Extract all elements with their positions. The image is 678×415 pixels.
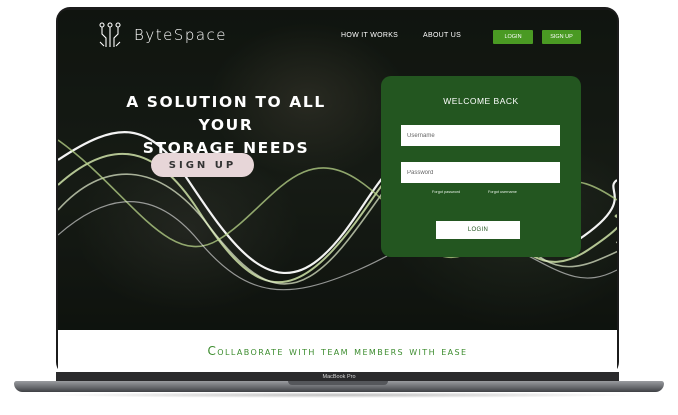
laptop-shadow — [40, 392, 640, 398]
password-input[interactable] — [401, 162, 560, 183]
brand-name: ByteSpace — [134, 26, 228, 44]
login-card: WELCOME BACK Forgot password Forgot user… — [381, 76, 581, 257]
laptop-screen: ByteSpace HOW IT WORKS ABOUT US LOGIN SI… — [58, 10, 617, 372]
nav-how-it-works[interactable]: HOW IT WORKS — [341, 32, 398, 39]
circuit-icon — [99, 22, 121, 47]
hero-headline: A SOLUTION TO ALL YOUR STORAGE NEEDS — [96, 91, 356, 160]
brand-logo[interactable]: ByteSpace — [98, 22, 227, 48]
username-input[interactable] — [401, 125, 560, 146]
nav-signup-button[interactable]: SIGN UP — [542, 30, 581, 44]
tagline-text: Collaborate with team members with ease — [207, 344, 468, 358]
nav-login-button[interactable]: LOGIN — [493, 30, 533, 44]
card-login-button[interactable]: LOGIN — [436, 221, 520, 239]
headline-line-1: A SOLUTION TO ALL YOUR — [126, 93, 326, 134]
forgot-password-link[interactable]: Forgot password — [432, 190, 460, 194]
tagline-section: Collaborate with team members with ease — [58, 330, 617, 372]
nav-about-us[interactable]: ABOUT US — [423, 32, 461, 39]
login-card-title: WELCOME BACK — [443, 96, 519, 106]
hero-section: ByteSpace HOW IT WORKS ABOUT US LOGIN SI… — [58, 10, 617, 330]
hero-signup-button[interactable]: SIGN UP — [151, 153, 254, 177]
forgot-username-link[interactable]: Forgot username — [488, 190, 517, 194]
device-model-label: MacBook Pro — [322, 374, 356, 380]
laptop-notch — [288, 381, 388, 385]
